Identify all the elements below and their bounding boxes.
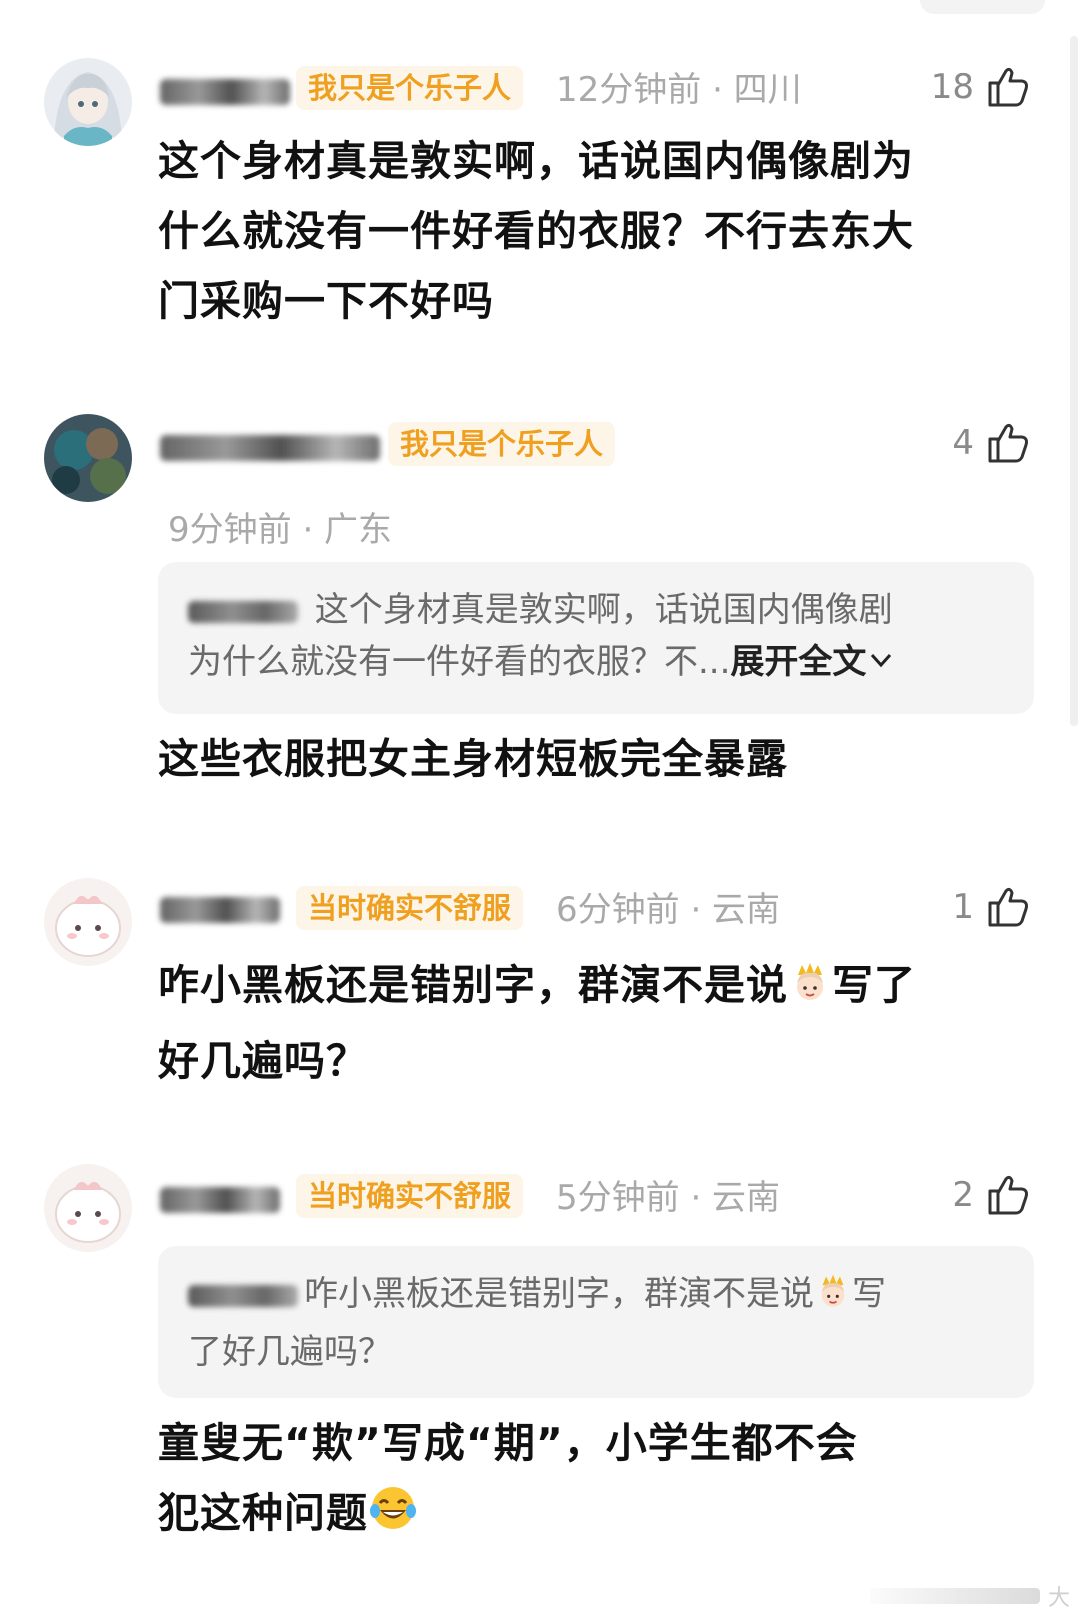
like-count: 1: [952, 887, 974, 927]
thumbs-up-icon: [984, 883, 1032, 931]
user-badge: 当时确实不舒服: [296, 1174, 524, 1218]
avatar[interactable]: [44, 414, 132, 502]
comment-meta: 12分钟前 · 四川: [556, 70, 802, 110]
quote-text: 了好几遍吗？: [188, 1332, 392, 1372]
text-line: 这个身材真是敦实啊，话说国内偶像剧为: [158, 137, 914, 185]
like-count: 18: [930, 67, 974, 107]
like-button[interactable]: 1: [952, 882, 1032, 932]
text-line: 这些衣服把女主身材短板完全暴露: [158, 735, 788, 783]
quote-text: 写: [852, 1274, 886, 1314]
avatar[interactable]: [44, 1164, 132, 1252]
like-button[interactable]: 2: [952, 1170, 1032, 1220]
quote-text: 为什么就没有一件好看的衣服？不: [188, 642, 698, 682]
comment-meta: 6分钟前 · 云南: [556, 890, 781, 930]
quoted-username[interactable]: [188, 600, 298, 623]
user-badge: 我只是个乐子人: [296, 66, 524, 110]
comment-text: 咋小黑板还是错别字，群演不是说 写了 好几遍吗？: [158, 950, 1038, 1096]
ellipsis: ...: [698, 642, 731, 682]
quoted-reply[interactable]: 咋小黑板还是错别字，群演不是说写 了好几遍吗？: [158, 1246, 1034, 1398]
username[interactable]: ****: [160, 428, 380, 468]
comment-meta: 9分钟前 · 广东: [168, 510, 393, 550]
top-pill-button: [920, 0, 1045, 14]
quoted-username[interactable]: [188, 1284, 298, 1307]
comment-meta: 5分钟前 · 云南: [556, 1178, 781, 1218]
text-line: 童叟无“欺”写成“期”，小学生都不会: [158, 1419, 858, 1467]
quote-text: 咋小黑板还是错别字，群演不是说: [304, 1274, 814, 1314]
quoted-reply[interactable]: 这个身材真是敦实啊，话说国内偶像剧 为什么就没有一件好看的衣服？不...展开全文: [158, 562, 1034, 714]
comment-text: 这些衣服把女主身材短板完全暴露: [158, 724, 1038, 794]
text-line: 门采购一下不好吗: [158, 277, 494, 325]
expand-full-text-button[interactable]: 展开全文: [730, 642, 896, 682]
username[interactable]: ****: [160, 72, 290, 112]
comment-text: 这个身材真是敦实啊，话说国内偶像剧为 什么就没有一件好看的衣服？不行去东大 门采…: [158, 126, 1038, 336]
username[interactable]: ****: [160, 1180, 280, 1220]
thumbs-up-icon: [984, 419, 1032, 467]
user-badge: 我只是个乐子人: [388, 422, 616, 466]
comment-text: 童叟无“欺”写成“期”，小学生都不会 犯这种问题: [158, 1408, 1038, 1554]
avatar[interactable]: [44, 878, 132, 966]
thumbs-up-icon: [984, 1171, 1032, 1219]
thumbs-up-icon: [984, 63, 1032, 111]
quote-text: 这个身材真是敦实啊，话说国内偶像剧: [304, 590, 893, 630]
watermark-text: 大: [1047, 1586, 1070, 1611]
user-badge: 当时确实不舒服: [296, 886, 524, 930]
watermark-bar: [869, 1588, 1040, 1604]
username[interactable]: ****: [160, 890, 280, 930]
like-button[interactable]: 18: [931, 62, 1032, 112]
like-button[interactable]: 4: [952, 418, 1032, 468]
text-line: 好几遍吗？: [158, 1037, 368, 1085]
princess-emoji-icon: [788, 956, 832, 1026]
tears-of-joy-emoji-icon: [368, 1483, 418, 1554]
like-count: 2: [952, 1175, 974, 1215]
text-line: 什么就没有一件好看的衣服？不行去东大: [158, 207, 914, 255]
scrollbar[interactable]: [1070, 36, 1078, 726]
watermark: 大: [869, 1580, 1070, 1612]
princess-emoji-icon: [814, 1273, 852, 1326]
like-count: 4: [952, 423, 974, 463]
chevron-down-icon: [866, 638, 896, 690]
avatar[interactable]: [44, 58, 132, 146]
text-line: 咋小黑板还是错别字，群演不是说 写了: [158, 950, 1038, 1026]
text-line: 犯这种问题: [158, 1478, 1038, 1554]
